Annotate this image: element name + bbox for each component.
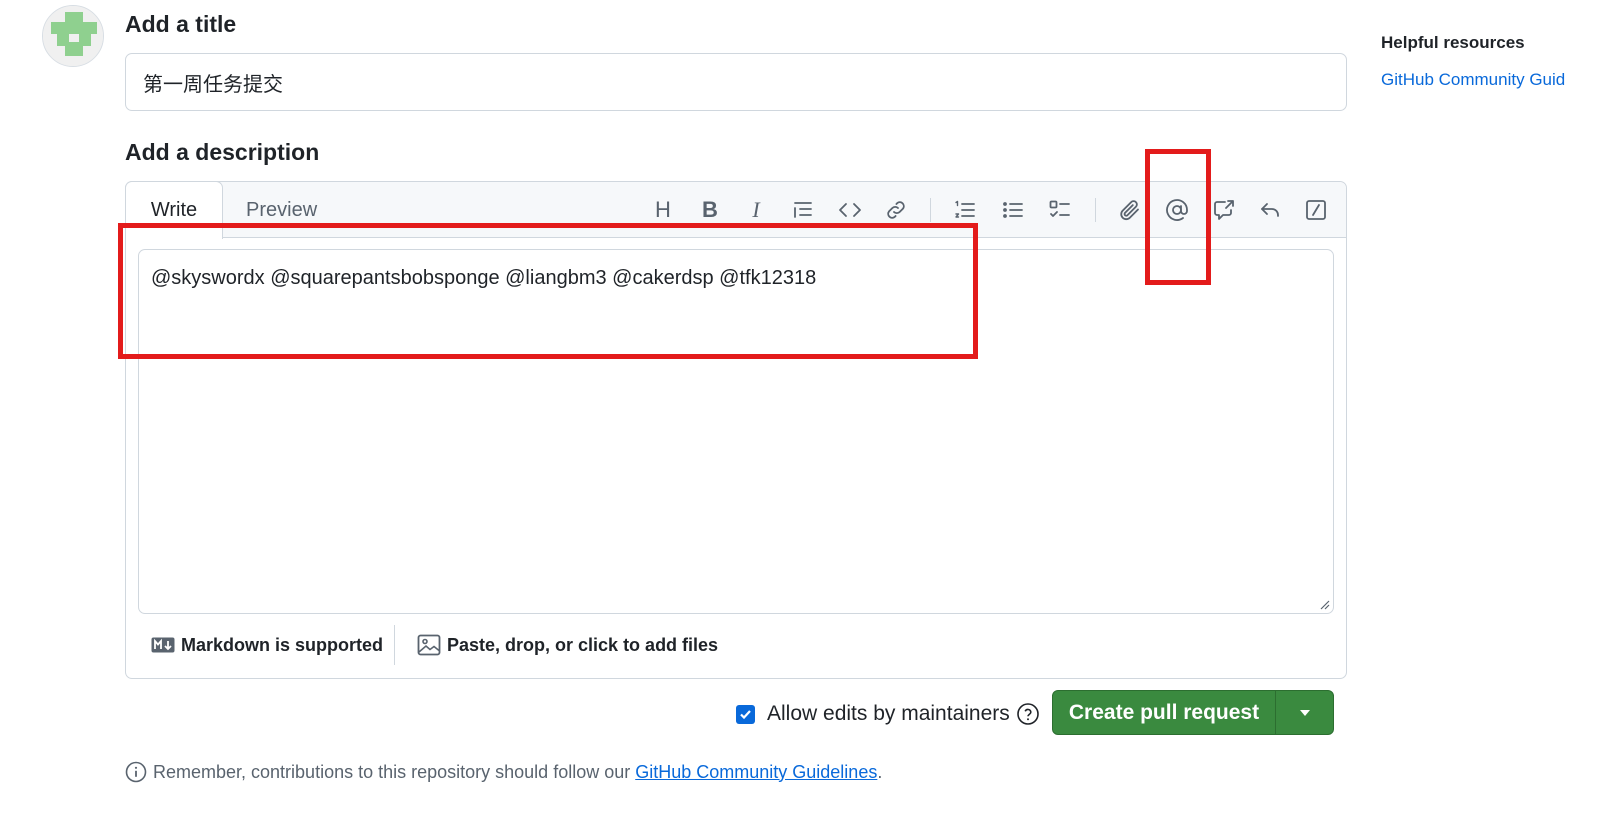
ordered-list-icon[interactable] [948,193,982,227]
allow-edits-checkbox[interactable] [736,704,755,724]
helpful-resources-title: Helpful resources [1381,33,1525,52]
guidelines-text: Remember, contributions to this reposito… [153,761,631,782]
attach-files-hint[interactable]: Paste, drop, or click to add files [417,631,718,659]
attach-files-label: Paste, drop, or click to add files [447,634,719,655]
chevron-down-icon [1299,709,1310,716]
italic-icon[interactable]: I [739,193,773,227]
mention-icon[interactable] [1160,193,1194,227]
markdown-editor: Preview Write H B I @skyswordx @squarepa… [125,181,1347,679]
markdown-icon [151,637,175,653]
image-icon [417,634,441,656]
markdown-hint-label: Markdown is supported [181,634,384,655]
create-pull-request-group: Create pull request [1052,690,1334,735]
description-label: Add a description [125,139,320,165]
quote-icon[interactable] [786,193,820,227]
unordered-list-icon[interactable] [996,193,1030,227]
title-input[interactable] [125,53,1347,111]
check-icon [740,709,751,719]
question-icon[interactable] [1016,702,1040,726]
reply-icon[interactable] [1253,193,1287,227]
heading-icon[interactable]: H [646,193,680,227]
title-label: Add a title [125,11,237,37]
community-guidelines-link[interactable]: GitHub Community Guid [1381,70,1565,90]
guidelines-link[interactable]: GitHub Community Guidelines [635,762,877,783]
guidelines-suffix: . [877,761,883,782]
allow-edits-option[interactable]: Allow edits by maintainers [736,700,1040,728]
tab-preview[interactable]: Preview [224,182,339,239]
tab-write[interactable]: Write [125,181,223,239]
attach-icon[interactable] [1113,193,1147,227]
editor-toolbar: Preview Write H B I [125,181,1346,239]
avatar[interactable] [42,5,104,67]
cross-reference-icon[interactable] [1207,193,1241,227]
bold-icon[interactable]: B [693,193,727,227]
description-textarea[interactable]: @skyswordx @squarepantsbobsponge @liangb… [138,249,1334,614]
code-icon[interactable] [833,193,867,227]
allow-edits-label: Allow edits by maintainers [767,702,1010,725]
slash-commands-icon[interactable] [1299,193,1333,227]
task-list-icon[interactable] [1043,193,1077,227]
resize-handle-icon[interactable] [1318,598,1330,610]
create-pull-request-button[interactable]: Create pull request [1053,691,1276,734]
link-icon[interactable] [879,193,913,227]
editor-footer: Markdown is supported Paste, drop, or cl… [126,625,1346,669]
description-text: @skyswordx @squarepantsbobsponge @liangb… [151,267,817,289]
create-options-dropdown[interactable] [1276,691,1333,734]
markdown-hint[interactable]: Markdown is supported [151,631,383,659]
guidelines-notice: Remember, contributions to this reposito… [125,760,882,784]
info-icon [125,761,147,783]
